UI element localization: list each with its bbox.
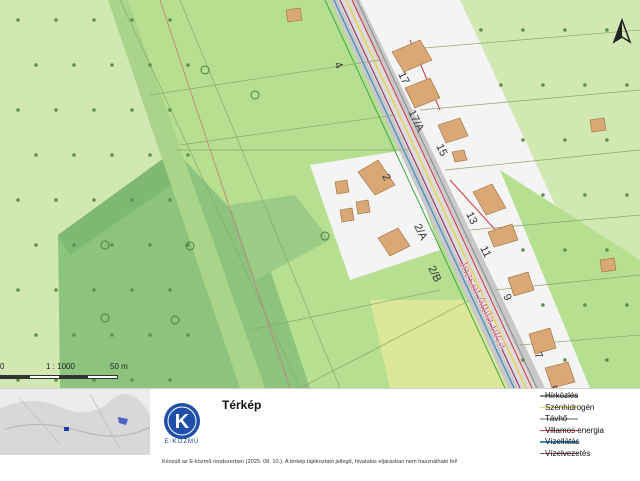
legend-label: Vízelvezetés <box>545 448 591 458</box>
tree-dot <box>92 288 96 292</box>
tree-dot <box>479 28 483 32</box>
tree-dot <box>583 193 587 197</box>
tree-dot <box>168 198 172 202</box>
tree-dot <box>130 18 134 22</box>
tree-dot <box>72 243 76 247</box>
building <box>334 179 350 195</box>
tree-dot <box>499 83 503 87</box>
legend-item: Szénhidrogén <box>540 402 640 414</box>
legend-item: Vízellátás <box>540 436 640 448</box>
tree-dot <box>186 333 190 337</box>
tree-dot <box>563 28 567 32</box>
tree-dot <box>186 63 190 67</box>
building <box>599 257 617 273</box>
tree-dot <box>148 153 152 157</box>
tree-dot <box>54 198 58 202</box>
tree-dot <box>521 248 525 252</box>
tree-dot <box>72 333 76 337</box>
tree-dot <box>541 83 545 87</box>
tree-dot <box>130 288 134 292</box>
tree-dot <box>521 28 525 32</box>
tree-dot <box>54 288 58 292</box>
tree-dot <box>186 153 190 157</box>
tree-dot <box>583 83 587 87</box>
legend: Hírközlés Szénhidrogén Távhő Villamos energ… <box>540 390 640 459</box>
tree-dot <box>168 108 172 112</box>
building <box>285 7 303 23</box>
building <box>451 149 468 163</box>
tree-dot <box>34 153 38 157</box>
tree-dot <box>34 333 38 337</box>
tree-dot <box>605 138 609 142</box>
scale-bar: 0 1 : 1000 50 m <box>0 362 130 386</box>
map-title: Térkép <box>222 398 262 412</box>
location-marker-icon <box>64 427 69 431</box>
tree-dot <box>563 248 567 252</box>
tree-dot <box>34 63 38 67</box>
tree-dot <box>130 198 134 202</box>
legend-label: Villamos energia <box>545 425 604 435</box>
tree-dot <box>110 333 114 337</box>
tree-dot <box>521 138 525 142</box>
scale-end-label: 50 m <box>110 362 128 371</box>
tree-dot <box>168 288 172 292</box>
legend-item: Vízelvezetés <box>540 448 640 460</box>
tree-dot <box>16 198 20 202</box>
building <box>339 207 355 223</box>
tree-dot <box>625 303 629 307</box>
svg-text:K: K <box>175 411 190 433</box>
legend-item: Villamos energia <box>540 425 640 437</box>
legend-label: Távhő <box>545 414 568 423</box>
north-arrow-icon <box>608 17 636 46</box>
building <box>355 199 371 215</box>
tree-dot <box>583 303 587 307</box>
tree-dot <box>130 108 134 112</box>
e-kozmu-logo: K <box>160 399 204 459</box>
tree-dot <box>34 243 38 247</box>
tree-dot <box>54 108 58 112</box>
tree-dot <box>110 243 114 247</box>
footer-panel: K E-KÖZMŰ Térkép Készült az E-közmű rend… <box>0 388 640 481</box>
tree-dot <box>605 358 609 362</box>
tree-dot <box>148 63 152 67</box>
tree-dot <box>605 248 609 252</box>
logo-text: E-KÖZMŰ <box>164 439 200 445</box>
tree-dot <box>72 153 76 157</box>
scale-ratio-label: 1 : 1000 <box>46 362 75 371</box>
tree-dot <box>563 358 567 362</box>
disclaimer-text: Készült az E-közmű rendszerben (2025. 08… <box>162 459 458 465</box>
tree-dot <box>16 108 20 112</box>
tree-dot <box>521 358 525 362</box>
tree-dot <box>148 333 152 337</box>
tree-dot <box>16 18 20 22</box>
tree-dot <box>563 138 567 142</box>
tree-dot <box>72 63 76 67</box>
tree-dot <box>16 288 20 292</box>
tree-dot <box>110 63 114 67</box>
tree-dot <box>625 193 629 197</box>
tree-dot <box>541 303 545 307</box>
building <box>589 117 607 133</box>
map-canvas[interactable]: József Attila utca 1717/A15131197522/A2/… <box>0 0 640 388</box>
tree-dot <box>54 18 58 22</box>
tree-dot <box>92 108 96 112</box>
scale-start-label: 0 <box>0 362 5 371</box>
tree-dot <box>625 83 629 87</box>
tree-dot <box>541 193 545 197</box>
tree-dot <box>110 153 114 157</box>
tree-dot <box>92 198 96 202</box>
tree-dot <box>168 378 172 382</box>
overview-map[interactable] <box>0 389 150 455</box>
legend-label: Hírközlés <box>545 391 579 400</box>
tree-dot <box>168 18 172 22</box>
legend-item: Hírközlés <box>540 390 640 402</box>
tree-dot <box>130 378 134 382</box>
legend-item: Távhő <box>540 413 640 425</box>
scale-bar-graphic <box>0 375 118 379</box>
legend-label: Szénhidrogén <box>545 402 595 412</box>
legend-label: Vízellátás <box>545 437 580 446</box>
tree-dot <box>92 18 96 22</box>
tree-dot <box>148 243 152 247</box>
